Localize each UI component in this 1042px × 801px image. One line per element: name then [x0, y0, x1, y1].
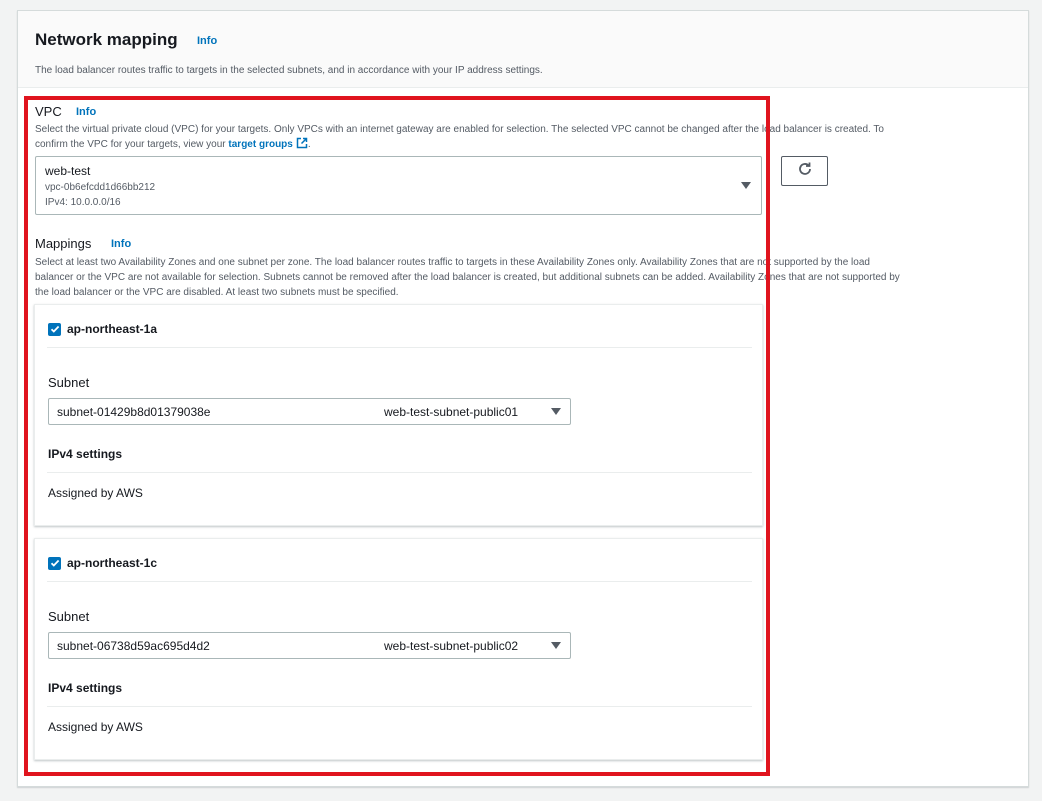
refresh-icon [797, 161, 813, 182]
az-checkbox[interactable] [48, 557, 61, 570]
divider [47, 706, 752, 707]
ipv4-settings-title: IPv4 settings [48, 681, 123, 695]
vpc-description-line2: confirm the VPC for your targets, view y… [35, 137, 995, 154]
subnet-select[interactable]: subnet-06738d59ac695d4d2 web-test-subnet… [48, 632, 571, 659]
vpc-selected-id: vpc-0b6efcdd1d66bb212 [45, 182, 156, 193]
checkmark-icon [50, 321, 60, 339]
az-name: ap-northeast-1a [67, 322, 158, 336]
caret-down-icon [551, 642, 561, 649]
subnet-label: Subnet [48, 609, 90, 624]
section-description: The load balancer routes traffic to targ… [35, 65, 543, 76]
subnet-id: subnet-06738d59ac695d4d2 [57, 639, 210, 653]
az-card: ap-northeast-1a Subnet subnet-01429b8d01… [34, 304, 763, 526]
section-info-link[interactable]: Info [197, 35, 217, 47]
panel-header: Network mapping Info The load balancer r… [18, 11, 1028, 88]
vpc-selected-cidr: IPv4: 10.0.0.0/16 [45, 197, 121, 208]
caret-down-icon [551, 408, 561, 415]
mappings-description-line2: balancer or the VPC are not available fo… [35, 272, 900, 283]
checkmark-icon [50, 555, 60, 573]
mappings-description-line1: Select at least two Availability Zones a… [35, 257, 870, 268]
subnet-name: web-test-subnet-public02 [384, 639, 519, 653]
mappings-description-line3: the load balancer or the VPC are disable… [35, 287, 399, 298]
caret-down-icon [741, 182, 751, 189]
ipv4-settings-value: Assigned by AWS [48, 486, 143, 500]
vpc-label: VPC [35, 104, 62, 119]
vpc-description-line1: Select the virtual private cloud (VPC) f… [35, 124, 884, 135]
az-name: ap-northeast-1c [67, 556, 158, 570]
vpc-selected-name: web-test [45, 164, 91, 178]
subnet-name: web-test-subnet-public01 [384, 405, 519, 419]
subnet-label: Subnet [48, 375, 90, 390]
divider [47, 581, 752, 582]
target-groups-link[interactable]: target groups [228, 139, 292, 150]
external-link-icon[interactable] [296, 137, 308, 154]
mappings-info-link[interactable]: Info [111, 238, 131, 250]
ipv4-settings-value: Assigned by AWS [48, 720, 143, 734]
az-card: ap-northeast-1c Subnet subnet-06738d59ac… [34, 538, 763, 760]
subnet-id: subnet-01429b8d01379038e [57, 405, 211, 419]
divider [47, 472, 752, 473]
az-checkbox[interactable] [48, 323, 61, 336]
refresh-vpc-button[interactable] [781, 156, 828, 186]
divider [47, 347, 752, 348]
mappings-label: Mappings [35, 236, 92, 251]
subnet-select[interactable]: subnet-01429b8d01379038e web-test-subnet… [48, 398, 571, 425]
section-title: Network mapping [35, 30, 178, 49]
vpc-select[interactable]: web-test vpc-0b6efcdd1d66bb212 IPv4: 10.… [35, 156, 762, 215]
vpc-info-link[interactable]: Info [76, 106, 96, 118]
ipv4-settings-title: IPv4 settings [48, 447, 123, 461]
